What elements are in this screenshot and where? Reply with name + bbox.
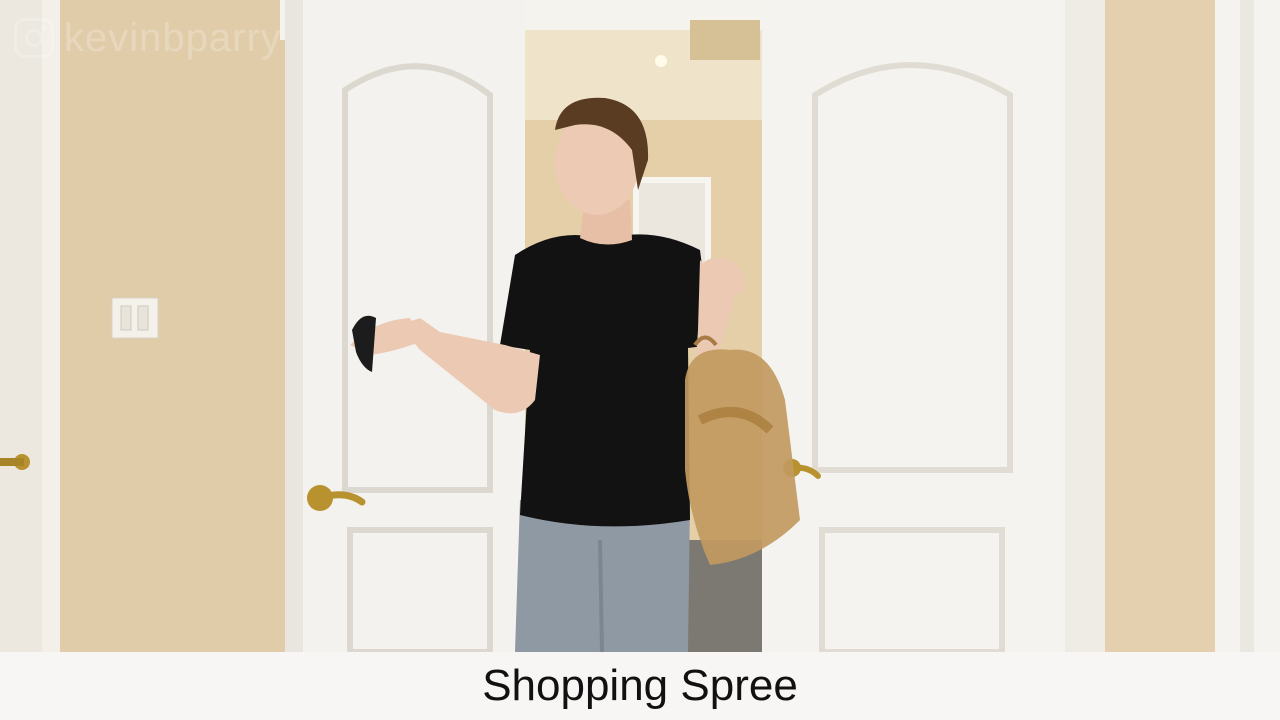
watermark: kevinbparry	[14, 14, 282, 62]
caption-text: Shopping Spree	[482, 661, 798, 710]
video-frame	[0, 0, 1280, 655]
caption-bar: Shopping Spree	[0, 652, 1280, 720]
light-switch	[111, 297, 159, 339]
instagram-icon	[14, 18, 54, 58]
watermark-handle: kevinbparry	[64, 16, 282, 60]
ceiling-light	[655, 55, 667, 67]
right-door	[762, 0, 1105, 655]
right-wall	[1105, 0, 1215, 652]
